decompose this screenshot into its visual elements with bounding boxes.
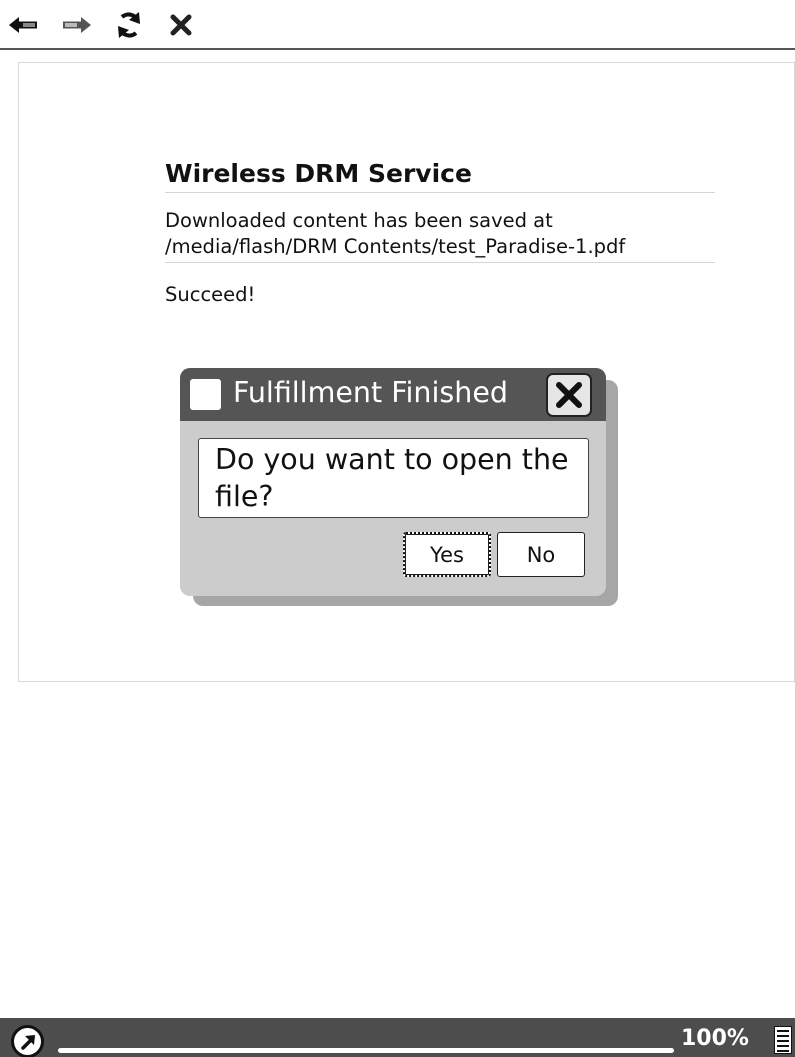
status-text: Succeed! [165,283,256,306]
close-icon [556,382,582,408]
forward-arrow-icon [63,17,91,33]
dialog-checkbox[interactable] [190,379,221,410]
reload-icon [118,12,140,38]
dialog-titlebar: Fulfillment Finished [180,368,606,421]
stop-icon [170,14,192,36]
arrow-up-right-icon [20,1034,35,1050]
dialog-title: Fulfillment Finished [233,376,508,409]
no-button[interactable]: No [497,532,585,577]
back-button[interactable] [6,8,40,42]
dialog-message: Do you want to open the file? [198,438,589,518]
browser-toolbar [0,0,795,50]
message-line: Downloaded content has been saved at [165,209,553,232]
reload-button[interactable] [112,8,146,42]
fulfillment-dialog: Fulfillment Finished Do you want to open… [180,368,606,596]
menu-button[interactable] [11,1025,44,1057]
forward-button[interactable] [60,8,94,42]
stop-button[interactable] [164,8,198,42]
zoom-level[interactable]: 100% [681,1026,749,1051]
download-message: Downloaded content has been saved at /me… [165,208,715,263]
page-progress-bar [58,1048,674,1053]
status-bar: 100% [0,1018,795,1057]
back-arrow-icon [9,17,37,33]
page-title: Wireless DRM Service [165,159,715,193]
file-path: /media/flash/DRM Contents/test_Paradise-… [165,235,626,258]
dialog-close-button[interactable] [546,373,592,417]
battery-icon [774,1026,792,1054]
yes-button[interactable]: Yes [403,532,491,577]
